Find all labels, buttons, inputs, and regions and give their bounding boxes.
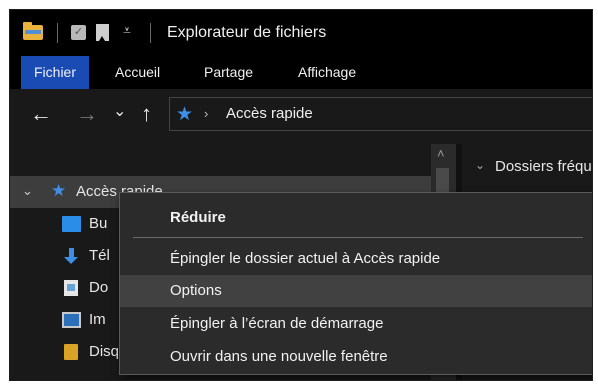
- nav-item-label: Disq: [89, 343, 120, 360]
- menu-item-options[interactable]: Options: [120, 275, 592, 307]
- back-arrow-icon[interactable]: ←: [30, 101, 52, 127]
- drive-icon: [64, 344, 78, 360]
- up-arrow-icon[interactable]: ↑: [141, 101, 152, 127]
- tab-affichage[interactable]: Affichage: [285, 56, 369, 89]
- quick-access-star-icon: ★: [51, 181, 67, 200]
- tab-fichier[interactable]: Fichier: [21, 56, 90, 89]
- new-folder-icon[interactable]: [96, 24, 109, 41]
- breadcrumb-current[interactable]: Accès rapide: [226, 105, 313, 122]
- address-row: ← → ⌄ ↑ ★ › Accès rapide: [10, 89, 592, 144]
- forward-arrow-icon[interactable]: →: [76, 101, 98, 127]
- scroll-up-icon[interactable]: ˄: [437, 146, 445, 161]
- menu-item-pin-quick-access[interactable]: Épingler le dossier actuel à Accès rapid…: [120, 243, 592, 275]
- image-icon: [62, 312, 81, 328]
- expand-chevron-icon[interactable]: ⌄: [22, 183, 33, 199]
- nav-item-label: Bu: [89, 215, 108, 232]
- address-bar[interactable]: ★ › Accès rapide: [169, 97, 592, 131]
- desktop-icon: [62, 216, 81, 232]
- context-menu: Réduire Épingler le dossier actuel à Acc…: [119, 192, 592, 375]
- properties-check-icon[interactable]: ✓: [71, 25, 86, 40]
- recent-locations-chevron-icon[interactable]: ⌄: [113, 99, 126, 125]
- menu-separator: [133, 237, 583, 238]
- title-bar: ✓ ⩡ Explorateur de fichiers: [10, 10, 592, 56]
- tab-accueil[interactable]: Accueil: [102, 56, 173, 89]
- breadcrumb-chevron-icon[interactable]: ›: [204, 106, 208, 121]
- folder-icon: [23, 22, 43, 40]
- nav-item-label: Im: [89, 311, 106, 328]
- window-title: Explorateur de fichiers: [167, 24, 327, 41]
- quick-access-star-icon: ★: [176, 104, 194, 125]
- menu-item-pin-start[interactable]: Épingler à l’écran de démarrage: [120, 308, 592, 340]
- nav-item-label: Tél: [89, 247, 110, 264]
- nav-item-label: Do: [89, 279, 109, 296]
- document-icon: [64, 280, 78, 296]
- section-chevron-icon[interactable]: ⌄: [475, 158, 485, 172]
- download-icon: [62, 248, 81, 264]
- customize-dropdown-icon[interactable]: ⩡: [123, 22, 131, 39]
- explorer-window: ✓ ⩡ Explorateur de fichiers Fichier Accu…: [9, 9, 593, 381]
- menu-item-reduire[interactable]: Réduire: [120, 202, 592, 234]
- frequent-folders-header[interactable]: Dossiers fréquents: [495, 158, 592, 175]
- tab-partage[interactable]: Partage: [191, 56, 266, 89]
- title-separator: [57, 23, 58, 43]
- ribbon-tabs: Fichier Accueil Partage Affichage: [10, 56, 592, 89]
- menu-item-open-new-window[interactable]: Ouvrir dans une nouvelle fenêtre: [120, 341, 592, 373]
- title-separator: [150, 23, 151, 43]
